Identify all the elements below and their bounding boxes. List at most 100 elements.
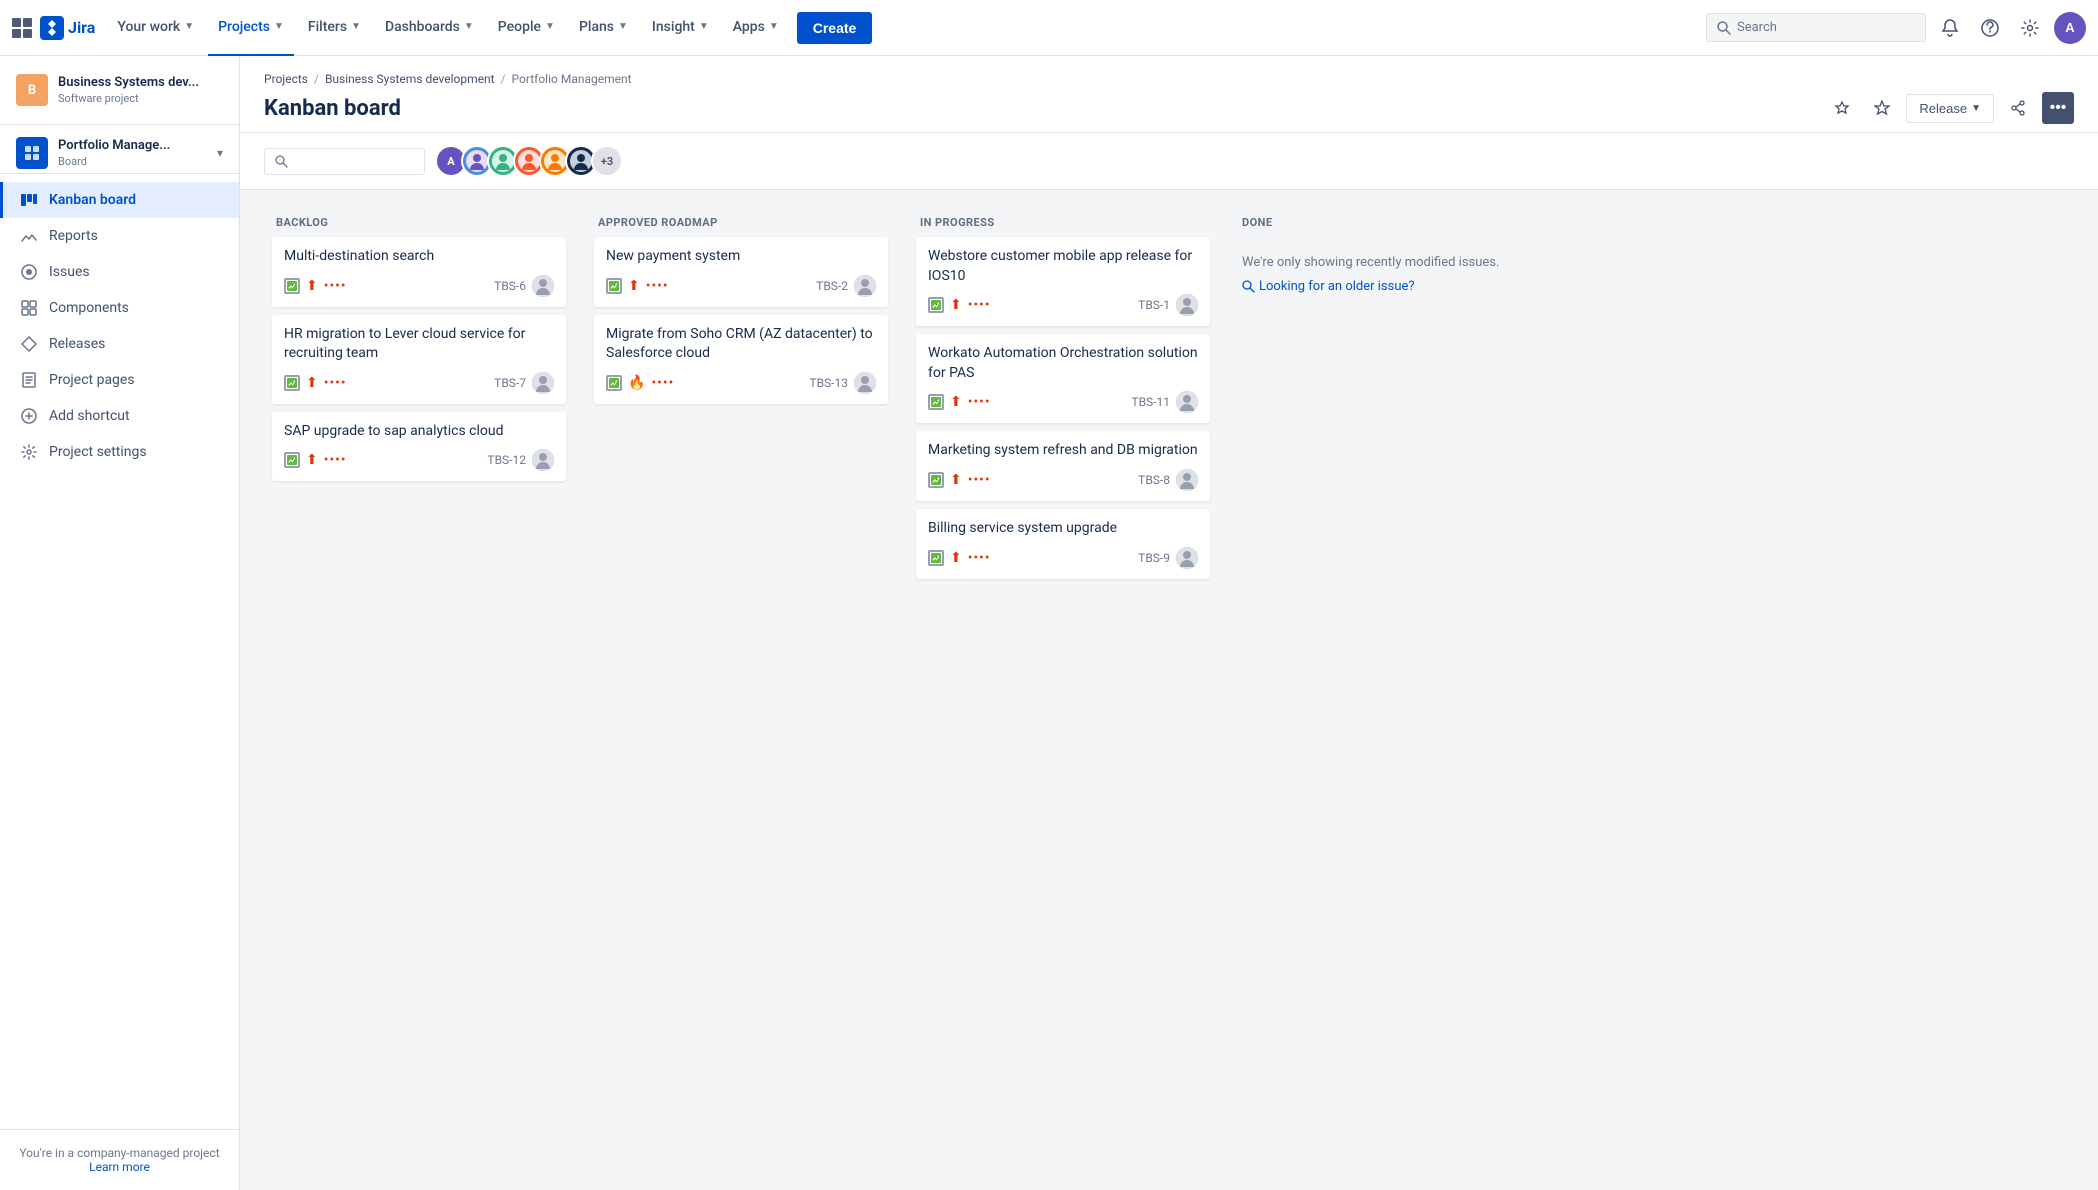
done-message-text: We're only showing recently modified iss…	[1242, 255, 1499, 270]
assignee-avatar	[1176, 391, 1198, 413]
sidebar-item-releases[interactable]: Releases	[0, 326, 239, 362]
older-issue-link[interactable]: Looking for an older issue?	[1242, 277, 1528, 297]
card-tbs-13-meta: 🔥 •••• TBS-13	[606, 372, 876, 394]
done-message-area: We're only showing recently modified iss…	[1230, 237, 1540, 312]
settings-button[interactable]	[2014, 12, 2046, 44]
notifications-button[interactable]	[1934, 12, 1966, 44]
ticket-id: TBS-8	[1138, 473, 1170, 487]
sidebar-item-project-settings[interactable]: Project settings	[0, 434, 239, 470]
page-title: Kanban board	[264, 96, 401, 121]
nav-filters-label: Filters	[308, 19, 347, 35]
release-label: Release	[1919, 101, 1967, 116]
nav-your-work[interactable]: Your work ▼	[107, 0, 204, 56]
card-tbs-1[interactable]: Webstore customer mobile app release for…	[916, 237, 1210, 326]
nav-plans[interactable]: Plans ▼	[569, 0, 638, 56]
story-icon	[284, 452, 300, 468]
sidebar-item-kanban-label: Kanban board	[49, 192, 136, 208]
chevron-down-icon: ▼	[351, 21, 361, 32]
avatar-stack: A	[435, 145, 623, 177]
board-columns: BACKLOG Multi-destination search ⬆ ••••	[264, 206, 2074, 587]
card-tbs-8[interactable]: Marketing system refresh and DB migratio…	[916, 431, 1210, 501]
page-title-row: Kanban board Release ▼	[264, 92, 2074, 124]
sidebar-item-reports[interactable]: Reports	[0, 218, 239, 254]
column-inprogress: IN PROGRESS Webstore customer mobile app…	[908, 206, 1218, 587]
ticket-id: TBS-7	[494, 376, 526, 390]
jira-logo[interactable]: Jira	[40, 16, 95, 40]
sidebar-project1-section: B Business Systems dev... Software proje…	[0, 56, 239, 125]
nav-apps[interactable]: Apps ▼	[723, 0, 789, 56]
sidebar-footer-link[interactable]: Learn more	[89, 1160, 150, 1174]
card-tbs-12[interactable]: SAP upgrade to sap analytics cloud ⬆ •••…	[272, 412, 566, 482]
avatar-more[interactable]: +3	[591, 145, 623, 177]
story-icon	[928, 394, 944, 410]
app-grid-logo[interactable]: Jira	[12, 16, 95, 40]
project2-name: Portfolio Manage...	[58, 138, 207, 155]
sidebar-item-releases-label: Releases	[49, 336, 105, 352]
priority-high-icon: ⬆	[950, 394, 962, 410]
release-button[interactable]: Release ▼	[1906, 94, 1994, 123]
assignee-avatar	[532, 449, 554, 471]
priority-critical-icon: 🔥	[628, 375, 645, 391]
sidebar-project2[interactable]: Portfolio Manage... Board ▾	[16, 137, 223, 169]
automate-button[interactable]	[1826, 92, 1858, 124]
star-button[interactable]	[1866, 92, 1898, 124]
sidebar-item-kanban-board[interactable]: Kanban board	[0, 182, 239, 218]
sidebar-item-project-pages[interactable]: Project pages	[0, 362, 239, 398]
nav-apps-label: Apps	[733, 19, 765, 35]
search-placeholder: Search	[1737, 20, 1777, 35]
search-box[interactable]: Search	[1706, 13, 1926, 42]
kanban-board-icon	[19, 190, 39, 210]
board-search[interactable]	[264, 148, 425, 175]
sidebar-item-issues[interactable]: Issues	[0, 254, 239, 290]
column-approved-header: APPROVED ROADMAP	[586, 206, 896, 237]
card-tbs-13-title: Migrate from Soho CRM (AZ datacenter) to…	[606, 325, 876, 364]
assignee-avatar	[854, 372, 876, 394]
nav-projects[interactable]: Projects ▼	[208, 0, 294, 56]
priority-high-icon: ⬆	[306, 278, 318, 294]
nav-filters[interactable]: Filters ▼	[298, 0, 371, 56]
nav-people[interactable]: People ▼	[488, 0, 565, 56]
card-tbs-7[interactable]: HR migration to Lever cloud service for …	[272, 315, 566, 404]
help-button[interactable]	[1974, 12, 2006, 44]
app-grid-icon[interactable]	[12, 18, 32, 38]
column-backlog: BACKLOG Multi-destination search ⬆ ••••	[264, 206, 574, 489]
breadcrumb-sep1: /	[314, 72, 319, 86]
sidebar-project1[interactable]: B Business Systems dev... Software proje…	[16, 68, 223, 112]
nav-projects-label: Projects	[218, 19, 270, 35]
priority-high-icon: ⬆	[950, 297, 962, 313]
assignee-avatar	[532, 275, 554, 297]
card-tbs-11-title: Workato Automation Orchestration solutio…	[928, 344, 1198, 383]
nav-right-section: Search A	[1706, 12, 2086, 44]
story-points-dots: ••••	[646, 278, 669, 294]
sidebar-item-project-pages-label: Project pages	[49, 372, 135, 388]
card-tbs-11[interactable]: Workato Automation Orchestration solutio…	[916, 334, 1210, 423]
chevron-down-icon: ▼	[184, 21, 194, 32]
breadcrumb-projects[interactable]: Projects	[264, 72, 308, 86]
breadcrumb-business-systems[interactable]: Business Systems development	[325, 72, 495, 86]
sidebar-item-add-shortcut[interactable]: Add shortcut	[0, 398, 239, 434]
create-button[interactable]: Create	[797, 12, 873, 44]
sidebar-item-components[interactable]: Components	[0, 290, 239, 326]
column-inprogress-cards: Webstore customer mobile app release for…	[908, 237, 1218, 587]
nav-insight[interactable]: Insight ▼	[642, 0, 719, 56]
board-search-input[interactable]	[294, 154, 414, 169]
card-tbs-6[interactable]: Multi-destination search ⬆ •••• TBS-6	[272, 237, 566, 307]
chevron-down-icon: ▼	[274, 21, 284, 32]
card-tbs-13[interactable]: Migrate from Soho CRM (AZ datacenter) to…	[594, 315, 888, 404]
nav-dashboards[interactable]: Dashboards ▼	[375, 0, 484, 56]
collapse-icon[interactable]: ▾	[217, 146, 223, 160]
card-tbs-2[interactable]: New payment system ⬆ •••• TBS-2	[594, 237, 888, 307]
board-search-icon	[275, 155, 288, 168]
card-tbs-6-meta: ⬆ •••• TBS-6	[284, 275, 554, 297]
more-button[interactable]: •••	[2042, 92, 2074, 124]
card-tbs-9[interactable]: Billing service system upgrade ⬆ •••• TB…	[916, 509, 1210, 579]
card-tbs-8-meta: ⬆ •••• TBS-8	[928, 469, 1198, 491]
sidebar-item-issues-label: Issues	[49, 264, 90, 280]
column-done: DONE We're only showing recently modifie…	[1230, 206, 1540, 406]
user-avatar[interactable]: A	[2054, 12, 2086, 44]
jira-logo-icon	[40, 16, 64, 40]
story-icon	[928, 297, 944, 313]
share-button[interactable]	[2002, 92, 2034, 124]
project1-icon: B	[16, 74, 48, 106]
story-points-dots: ••••	[968, 297, 991, 313]
